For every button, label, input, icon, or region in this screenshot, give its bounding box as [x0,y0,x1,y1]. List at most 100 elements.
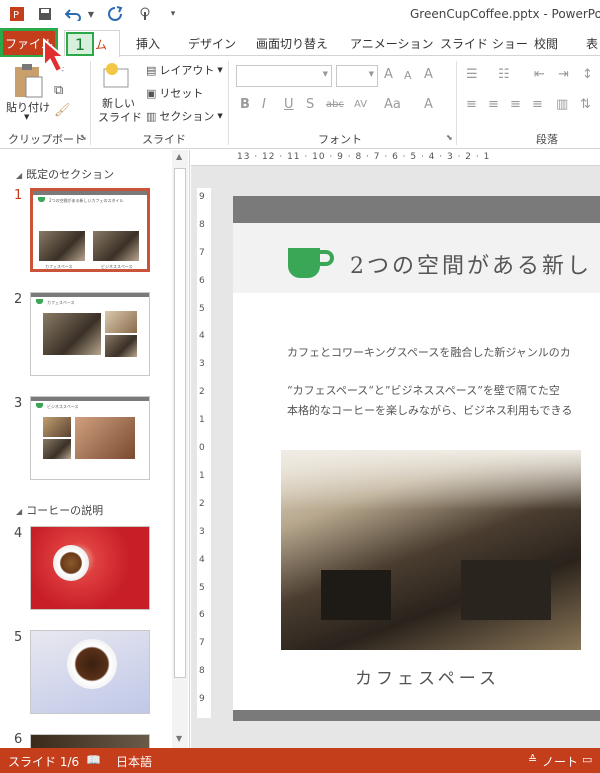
ruler-number: 2 [199,387,205,397]
slide-thumbnail-1[interactable]: 2つの空間がある新しいカフェのスタイル カフェスペース ビジネススペース [30,188,150,272]
shrink-font-icon[interactable]: A [404,69,412,82]
redo-icon[interactable] [106,5,124,23]
spellcheck-icon[interactable]: 📖 [86,753,101,767]
language-indicator[interactable]: 日本語 [116,753,152,770]
notes-button[interactable]: ノート [542,753,578,770]
change-case-icon[interactable]: Aa [384,97,401,112]
tab-animations[interactable]: アニメーション [350,35,434,52]
thumb-top-bar [31,397,149,401]
coffee-cup-image [53,545,89,581]
ruler-number: 3 [199,527,205,537]
group-separator [90,61,91,145]
dialog-launcher-icon[interactable]: ⬊ [446,133,453,142]
bullets-icon[interactable]: ☰ [466,67,478,82]
copy-icon[interactable]: ⧉ [54,83,63,98]
thumb-title: ビジネススペース [47,404,79,409]
customize-qat-icon[interactable]: ▾ [164,5,182,23]
strikethrough-icon[interactable]: abc [326,99,344,110]
thumb-title: カフェスペース [47,300,75,305]
section-button[interactable]: ▥ セクション ▼ [146,108,223,124]
ruler-ticks: 13 · 12 · 11 · 10 · 9 · 8 · 7 · 6 · 5 · … [237,152,491,162]
notes-icon[interactable]: ≙ [528,753,537,766]
ruler-number: 1 [199,471,205,481]
tab-slideshow[interactable]: スライド ショー [440,35,528,52]
decrease-indent-icon[interactable]: ⇤ [534,67,545,82]
increase-indent-icon[interactable]: ⇥ [558,67,569,82]
align-right-icon[interactable]: ≡ [510,97,521,112]
collapse-triangle-icon[interactable]: ◢ [16,507,22,516]
grow-font-icon[interactable]: A [384,67,393,82]
window-title: GreenCupCoffee.pptx - PowerPoi [410,7,600,21]
tab-transitions[interactable]: 画面切り替え [256,35,328,52]
align-center-icon[interactable]: ≡ [488,97,499,112]
font-name-dropdown[interactable]: ▼ [236,65,332,87]
section-icon: ▥ [146,109,157,123]
powerpoint-logo-icon[interactable]: P [8,5,26,23]
shadow-icon[interactable]: S [306,97,314,112]
save-icon[interactable] [36,5,54,23]
comments-icon[interactable]: ▭ [582,753,592,766]
slide-top-bar [233,196,600,223]
columns-icon[interactable]: ▥ [556,97,568,112]
chevron-down-icon: ▼ [24,113,30,121]
collapse-triangle-icon[interactable]: ◢ [16,171,22,180]
slide-canvas[interactable]: 2つの空間がある新し カフェとコワーキングスペースを融合した新ジャンルのカ “カ… [233,196,600,721]
section-header-coffee[interactable]: ◢ コーヒーの説明 [16,502,103,518]
thumb-photo [105,311,137,333]
slide-thumbnail-6[interactable] [30,734,150,748]
clear-format-icon[interactable]: A [424,67,433,82]
slide-body-line[interactable]: “カフェスペース“と”ビジネススペース”を壁で隔てた空 [287,382,560,398]
slide-body-line[interactable]: 本格的なコーヒーを楽しみながら、ビジネス利用もできる [287,402,572,418]
slide-thumbnail-4[interactable] [30,526,150,610]
undo-icon[interactable] [64,5,82,23]
touch-mode-icon[interactable] [136,5,154,23]
ruler-number: 1 [199,415,205,425]
bold-icon[interactable]: B [240,97,250,112]
tab-design[interactable]: デザイン [188,35,236,52]
line-spacing-icon[interactable]: ↕ [582,67,593,82]
reset-button[interactable]: ▣ リセット [146,85,203,101]
justify-icon[interactable]: ≡ [532,97,543,112]
photo-window-light [281,450,581,510]
numbering-icon[interactable]: ☷ [498,67,510,82]
align-left-icon[interactable]: ≡ [466,97,477,112]
section-header-default[interactable]: ◢ 既定のセクション [16,166,114,182]
cafe-space-photo[interactable] [281,450,581,650]
scroll-thumb[interactable] [174,168,186,678]
thumbnail-scrollbar[interactable]: ▲ ▼ [172,150,188,748]
slide-body-line[interactable]: カフェとコワーキングスペースを融合した新ジャンルのカ [287,344,571,360]
new-slide-button[interactable]: 新しい スライド [96,61,142,127]
scroll-up-icon[interactable]: ▲ [176,152,182,161]
slide-thumbnail-2[interactable]: カフェスペース [30,292,150,376]
format-painter-icon[interactable]: 🖌 [54,103,71,118]
slide-thumbnail-pane: ◢ 既定のセクション 1 2つの空間がある新しいカフェのスタイル カフェスペース … [0,150,190,748]
slide-title[interactable]: 2つの空間がある新し [350,248,592,280]
tab-view[interactable]: 表 [586,35,598,52]
underline-icon[interactable]: U [284,97,294,112]
vertical-ruler-body: 9 8 7 6 5 4 3 2 1 0 1 2 3 4 5 6 7 8 9 [197,188,211,718]
text-direction-icon[interactable]: ⇅ [580,97,591,112]
tab-home-label: ム [95,38,108,52]
layout-button[interactable]: ▤ レイアウト ▼ [146,62,223,78]
section-name: 既定のセクション [26,168,115,181]
ruler-number: 3 [199,359,205,369]
new-slide-icon [103,63,129,88]
svg-text:P: P [13,10,19,21]
undo-dropdown-icon[interactable]: ▼ [82,5,100,23]
font-color-icon[interactable]: A [424,97,433,112]
status-bar: スライド 1/6 📖 日本語 ≙ ノート ▭ [0,748,600,773]
char-spacing-icon[interactable]: AV [354,99,367,110]
slide-thumbnail-5[interactable] [30,630,150,714]
tab-review[interactable]: 校閲 [534,35,558,52]
tab-insert[interactable]: 挿入 [136,35,160,52]
thumb-caption: カフェスペース [45,264,73,269]
dialog-launcher-icon[interactable]: ⬊ [80,133,87,142]
italic-icon[interactable]: I [262,97,266,112]
font-size-dropdown[interactable]: ▼ [336,65,378,87]
ruler-number: 8 [199,220,205,230]
scroll-down-icon[interactable]: ▼ [176,734,182,743]
thumb-photo [105,335,137,357]
slide-thumbnail-3[interactable]: ビジネススペース [30,396,150,480]
photo-caption[interactable]: カフェスペース [355,664,500,689]
ruler-number: 7 [199,248,205,258]
